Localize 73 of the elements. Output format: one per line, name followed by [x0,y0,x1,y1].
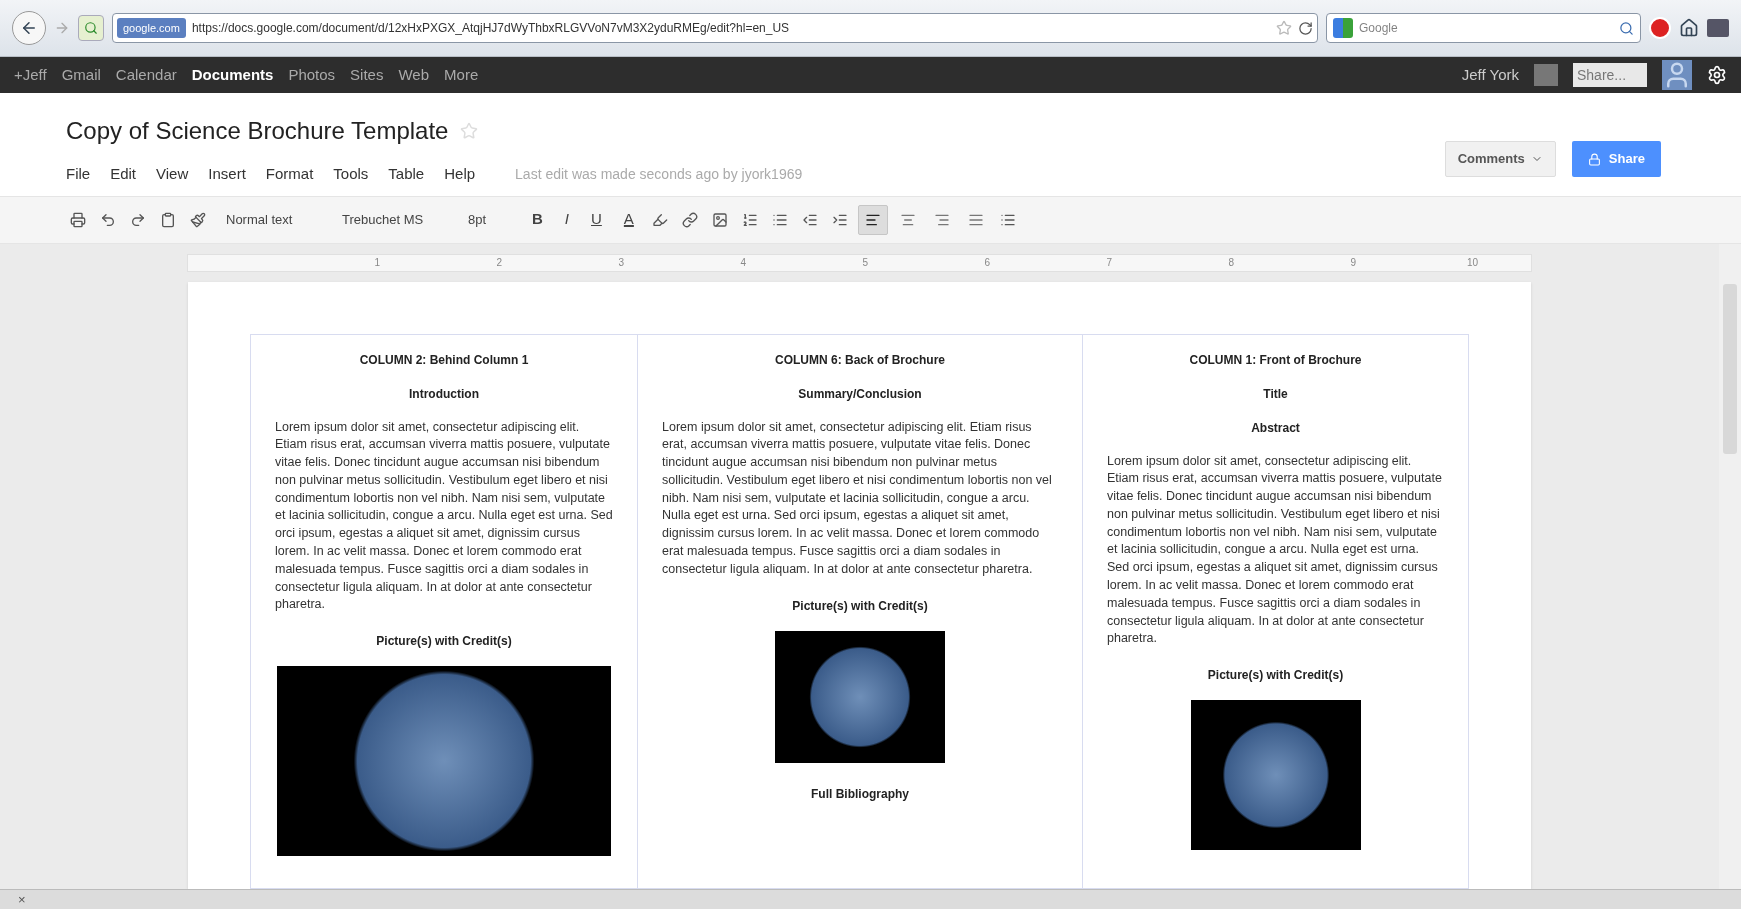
back-button[interactable] [12,11,46,45]
section-heading: Picture(s) with Credit(s) [375,633,513,651]
addon-button[interactable] [78,15,104,41]
section-heading: Full Bibliography [810,785,910,803]
site-identity-badge[interactable]: google.com [117,17,186,39]
reload-icon[interactable] [1298,20,1313,36]
format-button[interactable]: A [615,208,642,231]
google-bar-link[interactable]: Documents [191,63,274,87]
menu-item[interactable]: Format [265,163,314,186]
format-button[interactable]: B [524,208,551,231]
menu-item[interactable]: Tools [333,163,369,186]
section-heading: Picture(s) with Credit(s) [1206,667,1345,685]
comments-button[interactable]: Comments [1444,141,1556,177]
ruler-number: 1 [373,256,380,270]
ruler-number: 6 [983,256,990,270]
address-bar[interactable]: google.com https://docs.google.com/document/d/12xHxPXGX_AtqjHJ7dWyThbxRLGVVoN7vM3X2yduRMEg/edit?hl=en_US [112,13,1318,43]
section-heading: Abstract [1250,419,1301,437]
menu-item[interactable]: File [66,163,91,186]
ruler-number: 8 [1227,256,1234,270]
ruler-number: 3 [617,256,624,270]
format-button[interactable]: U [583,208,610,231]
font-dropdown[interactable]: Trebuchet MS [332,209,452,230]
section-heading: Introduction [408,385,480,403]
settings-icon[interactable] [1707,65,1727,85]
close-button[interactable]: × [18,889,26,909]
ruler-number: 2 [495,256,502,270]
document-title[interactable]: Copy of Science Brochure Template [66,113,449,149]
font-size-dropdown[interactable]: 8pt [458,209,518,230]
ruler-number: 4 [739,256,746,270]
google-bar-link[interactable]: Photos [288,63,336,87]
bookmark-star-icon[interactable] [1276,20,1292,36]
last-edit-status: Last edit was made seconds ago by jyork1969 [515,164,803,184]
search-input[interactable]: Google [1359,19,1613,37]
arrow-right-icon [54,20,70,36]
section-heading: COLUMN 1: Front of Brochure [1188,351,1363,369]
ruler-number: 9 [1349,256,1356,270]
google-bar-link[interactable]: More [444,63,479,87]
align-button[interactable] [857,204,888,235]
user-name: Jeff York [1461,64,1519,85]
menu-item[interactable]: Help [444,163,476,186]
section-heading: Summary/Conclusion [797,385,923,403]
scrollbar[interactable] [1719,243,1741,889]
star-icon[interactable] [460,122,479,140]
ruler-number: 5 [861,256,868,270]
format-button[interactable]: I [556,208,577,231]
menu-item[interactable]: View [156,163,189,186]
section-heading: Title [1262,385,1289,403]
menu-item[interactable]: Table [388,163,425,186]
lock-icon [1587,152,1601,166]
google-bar-link[interactable]: +Jeff [14,63,47,87]
body-paragraph: Lorem ipsum dolor sit amet, consectetur adipiscing elit. Etiam risus erat, accumsan viverra mattis posuere, vulputate vitae felis. Donec tincidunt augue accumsan nisi bibendum non pulvinar metus sollicitudin. Vestibulum eget libero et nisi condimentum lobortis non vel nibh. Nam nisi sem, vulputate et lacinia sollicitudin, congue a arcu. Nulla eget est urna. Sed orci ipsum, egestas a aliquet sit amet, dignissim cursus lorem. In ac velit massa. Donec et lorem commodo erat malesuada tempus. Fusce sagittis orci a diam sodales in consectetur ligula aliquam. In at dolor at ante consectetur pharetra. [275,418,613,614]
magnifier-icon [84,21,98,35]
search-field[interactable]: Google [1326,13,1641,43]
section-heading: Picture(s) with Credit(s) [791,597,929,615]
home-icon[interactable] [1679,18,1699,38]
ruler-number: 7 [1105,256,1112,270]
body-paragraph: Lorem ipsum dolor sit amet, consectetur adipiscing elit. Etiam risus erat, accumsan viverra mattis posuere, vulputate vitae felis. Donec tincidunt augue accumsan nisi bibendum non pulvinar metus sollicitudin. Vestibulum eget libero et nisi condimentum lobortis non vel nibh. Nam nisi sem, vulputate et lacinia sollicitudin, congue a arcu. Nulla eget est urna. Sed orci ipsum, egestas a aliquet sit amet, dignissim cursus lorem. In ac velit massa. Donec et lorem commodo erat malesuada tempus. Fusce sagittis orci a diam sodales in consectetur ligula aliquam. In at dolor at ante consectetur pharetra. [662,418,1053,578]
url-text: https://docs.google.com/document/d/12xHxPXGX_AtqjHJ7dWyThbxRLGVVoN7vM3X2yduRMEg/edit?hl=en_US [191,20,790,37]
search-icon[interactable] [1619,20,1634,36]
google-bar-link[interactable]: Sites [350,63,384,87]
addon-icon[interactable] [1649,17,1671,39]
menu-item[interactable]: Edit [110,163,137,186]
scrollbar-thumb[interactable] [1723,283,1737,454]
share-field[interactable]: Share... [1573,63,1647,87]
google-bar-link[interactable]: Gmail [61,63,101,87]
style-dropdown[interactable]: Normal text [216,209,326,230]
section-heading: COLUMN 2: Behind Column 1 [358,351,530,369]
google-bar-link[interactable]: Web [398,63,430,87]
menu-item[interactable]: Insert [208,163,246,186]
section-heading: COLUMN 6: Back of Brochure [774,351,946,369]
google-bar-link[interactable]: Calendar [115,63,177,87]
ruler-number: 10 [1465,256,1478,270]
body-paragraph: Lorem ipsum dolor sit amet, consectetur adipiscing elit. Etiam risus erat, accumsan viverra mattis posuere, vulputate vitae felis. Donec tincidunt augue accumsan nisi bibendum non pulvinar metus sollicitudin. Vestibulum eget libero et nisi condimentum lobortis non vel nibh. Nam nisi sem, vulputate et lacinia sollicitudin, congue a arcu. Nulla eget est urna. Sed orci ipsum, egestas a aliquet sit amet, dignissim cursus lorem. In ac velit massa. Donec et lorem commodo erat malesuada tempus. Fusce sagittis orci a diam sodales in consectetur ligula aliquam. In at dolor at ante consectetur pharetra. [1107,452,1443,648]
